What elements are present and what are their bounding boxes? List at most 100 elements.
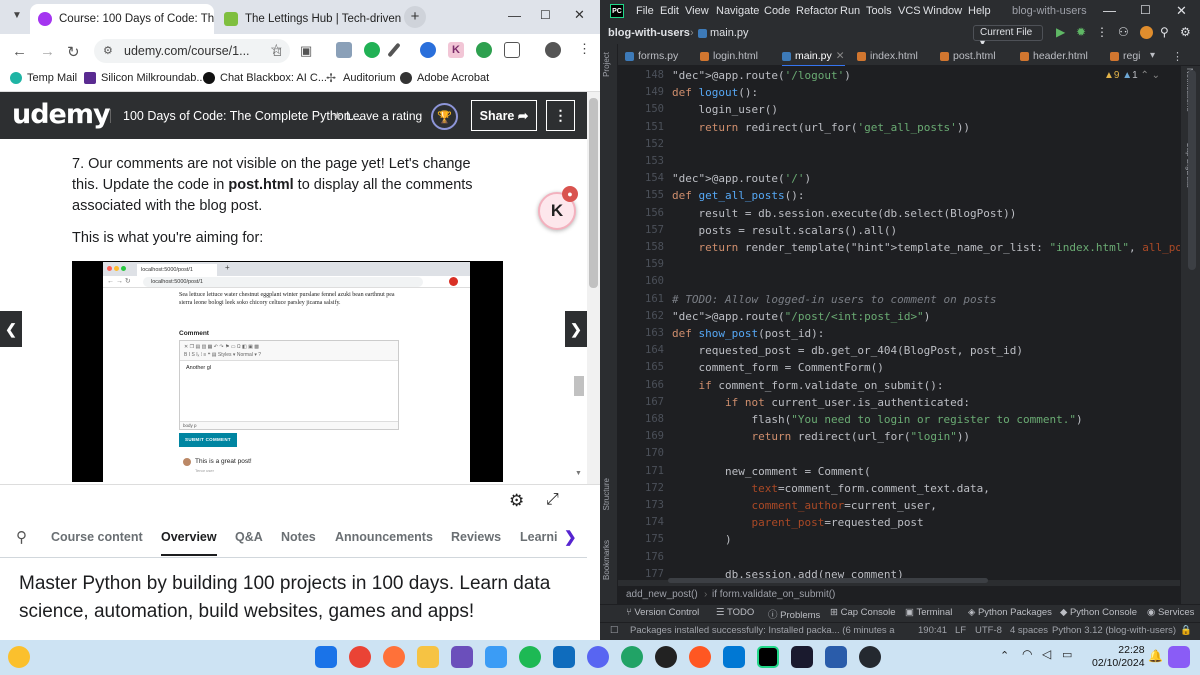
menu-window[interactable]: Window	[923, 5, 962, 17]
bookmark-blackbox[interactable]: Chat Blackbox: AI C...	[203, 72, 327, 84]
battery-icon[interactable]: ▭	[1062, 648, 1072, 661]
run-icon[interactable]: ▶	[1056, 25, 1065, 39]
android-extension-icon[interactable]	[476, 42, 492, 58]
run-config-selector[interactable]: Current File ▾	[973, 25, 1043, 49]
square-icon[interactable]: ☐	[610, 625, 619, 636]
code-line[interactable]: text=comment_form.comment_text.data,	[672, 482, 989, 495]
code-line[interactable]: # TODO: Allow logged-in users to comment…	[672, 293, 997, 306]
udemy-logo[interactable]: udemy	[12, 99, 111, 130]
infinity-app-icon[interactable]	[825, 646, 847, 668]
settings-gear-icon[interactable]: ⚙	[1180, 25, 1191, 39]
project-tool-button[interactable]: Project	[602, 52, 611, 77]
tab-search-icon[interactable]: ▼	[12, 10, 22, 21]
code-line[interactable]: flash("You need to login or register to …	[672, 413, 1082, 426]
file-tab-login[interactable]: login.html	[700, 50, 758, 62]
obs-icon[interactable]	[655, 646, 677, 668]
minimize-icon[interactable]: —	[1103, 3, 1116, 18]
code-line[interactable]: requested_post = db.get_or_404(BlogPost,…	[672, 344, 1023, 357]
tab-overview[interactable]: Overview	[161, 530, 217, 556]
editor-hscrollbar-thumb[interactable]	[668, 578, 988, 583]
intellij-icon[interactable]	[791, 646, 813, 668]
tab-reviews[interactable]: Reviews	[451, 530, 501, 544]
bookmark-star-icon[interactable]: ☆	[270, 41, 283, 58]
tab-course-content[interactable]: Course content	[51, 530, 143, 544]
menu-vcs[interactable]: VCS	[898, 5, 921, 17]
code-line[interactable]: "dec">@app.route('/logout')	[672, 69, 851, 82]
cap-console-button[interactable]: ⊞ Cap Console	[830, 607, 896, 618]
code-line[interactable]: if not current_user.is_authenticated:	[672, 396, 970, 409]
profile-avatar-icon[interactable]	[545, 42, 561, 58]
menu-help[interactable]: Help	[968, 5, 991, 17]
close-window-icon[interactable]: ✕	[1176, 3, 1187, 19]
update-icon[interactable]	[1140, 26, 1153, 39]
code-line[interactable]: login_user()	[672, 103, 777, 116]
breadcrumb-file[interactable]: main.py	[710, 27, 749, 39]
pycharm-taskbar-icon[interactable]	[757, 646, 779, 668]
structure-tool-button[interactable]: Structure	[602, 478, 611, 510]
tab-notes[interactable]: Notes	[281, 530, 316, 544]
status-message[interactable]: Packages installed successfully: Install…	[630, 625, 895, 636]
code-line[interactable]: "dec">@app.route('/')	[672, 172, 811, 185]
reload-icon[interactable]: ↻	[67, 43, 80, 61]
address-bar[interactable]: ⚙ udemy.com/course/1... ◻	[94, 39, 290, 63]
tab-learning-tools[interactable]: Learni	[520, 530, 560, 544]
bookmark-auditorium[interactable]: ✢ Auditorium	[326, 72, 396, 84]
menu-view[interactable]: View	[685, 5, 709, 17]
menu-refactor[interactable]: Refactor	[796, 5, 838, 17]
download-app-icon[interactable]	[621, 646, 643, 668]
code-line[interactable]: comment_author=current_user,	[672, 499, 936, 512]
todo-button[interactable]: ☰ TODO	[716, 607, 754, 618]
notification-bell-icon[interactable]: 🔔	[1148, 649, 1163, 663]
file-tab-index[interactable]: index.html	[857, 50, 918, 62]
eye-extension-icon[interactable]	[364, 42, 380, 58]
problems-button[interactable]: ⓘ Problems	[768, 607, 820, 621]
feather-app-icon[interactable]	[485, 646, 507, 668]
more-tabs-icon[interactable]: ⋮	[1172, 50, 1183, 63]
back-icon[interactable]: ←	[12, 43, 27, 60]
file-tab-header[interactable]: header.html	[1020, 50, 1088, 62]
bookmark-adobe[interactable]: Adobe Acrobat	[400, 72, 489, 84]
shield-extension-icon[interactable]	[336, 42, 352, 58]
previous-lecture-button[interactable]: ❮	[0, 311, 22, 347]
course-title[interactable]: 100 Days of Code: The Complete Python...	[110, 109, 361, 123]
menu-code[interactable]: Code	[764, 5, 790, 17]
forward-icon[interactable]: →	[40, 43, 55, 60]
code-line[interactable]: return redirect(url_for("login"))	[672, 430, 970, 443]
leave-rating-button[interactable]: ★ Leave a rating	[332, 109, 422, 123]
more-options-button[interactable]: ⋮	[546, 100, 575, 131]
python-packages-button[interactable]: ◈ Python Packages	[968, 607, 1052, 618]
python-interpreter[interactable]: Python 3.12 (blog-with-users)	[1052, 625, 1176, 636]
postman-icon[interactable]	[689, 646, 711, 668]
file-explorer-icon[interactable]	[417, 646, 439, 668]
debug-icon[interactable]: ✹	[1076, 25, 1086, 39]
bookmark-temp-mail[interactable]: Temp Mail	[10, 72, 77, 84]
maximize-icon[interactable]: ☐	[540, 8, 551, 22]
search-everywhere-icon[interactable]: ⚲	[1160, 25, 1169, 39]
start-windows-icon[interactable]	[315, 646, 337, 668]
indent-setting[interactable]: 4 spaces	[1010, 625, 1048, 636]
minimize-icon[interactable]: —	[508, 8, 521, 23]
bookmarks-tool-button[interactable]: Bookmarks	[602, 540, 611, 580]
tab-qa[interactable]: Q&A	[235, 530, 263, 544]
editor-scrollbar-thumb[interactable]	[1188, 70, 1196, 270]
terminal-button[interactable]: ▣ Terminal	[905, 607, 952, 618]
volume-icon[interactable]: ◁	[1042, 647, 1051, 661]
circle-extension-icon[interactable]	[420, 42, 436, 58]
close-icon[interactable]: ✕	[836, 50, 845, 62]
file-tab-forms[interactable]: forms.py	[625, 50, 678, 62]
chrome-icon[interactable]	[349, 646, 371, 668]
code-line[interactable]: )	[672, 533, 732, 546]
menu-tools[interactable]: Tools	[866, 5, 892, 17]
crumb-if[interactable]: if form.validate_on_submit()	[712, 589, 835, 600]
scroll-down-icon[interactable]: ▼	[575, 470, 582, 477]
services-button[interactable]: ◉ Services	[1147, 607, 1194, 618]
outlook-icon[interactable]	[553, 646, 575, 668]
code-line[interactable]: def get_all_posts():	[672, 189, 804, 202]
settings-gear-icon[interactable]: ⚙	[509, 491, 524, 511]
browser-tab-udemy[interactable]: Course: 100 Days of Code: The ✕	[30, 4, 214, 34]
python-console-button[interactable]: ◆ Python Console	[1060, 607, 1137, 618]
copilot-icon[interactable]	[1168, 646, 1190, 668]
line-separator[interactable]: LF	[955, 625, 966, 636]
camera-icon[interactable]: ▣	[300, 43, 312, 59]
code-line[interactable]: "dec">@app.route("/post/<int:post_id>")	[672, 310, 930, 323]
